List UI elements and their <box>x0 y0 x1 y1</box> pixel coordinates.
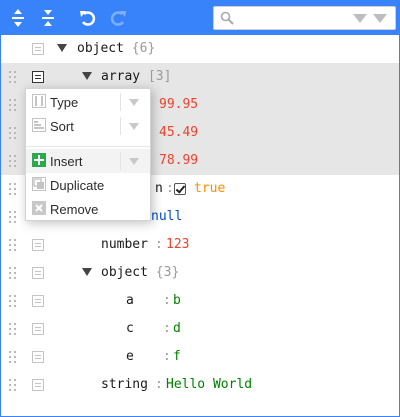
value-string[interactable]: f <box>173 349 181 364</box>
submenu-arrow-icon[interactable] <box>129 123 139 130</box>
search-previous-icon[interactable] <box>373 13 387 28</box>
tree-row-object-item: a : b <box>1 287 399 315</box>
type-icon <box>32 94 46 108</box>
tree-row-number: number : 123 <box>1 231 399 259</box>
value-boolean[interactable]: true <box>194 181 225 196</box>
value-number[interactable]: 45.49 <box>159 125 198 140</box>
redo-icon[interactable] <box>107 7 129 29</box>
field-separator: : <box>155 377 163 392</box>
tree-row-array: array [3] <box>1 63 399 91</box>
drag-handle-icon[interactable] <box>9 295 17 307</box>
context-menu-button[interactable] <box>32 379 44 391</box>
insert-icon <box>32 153 46 167</box>
expand-all-icon[interactable] <box>7 7 29 29</box>
context-menu-button[interactable] <box>32 351 44 363</box>
menu-item-label: Remove <box>50 202 99 217</box>
search-icon <box>220 11 234 29</box>
drag-handle-icon[interactable] <box>9 71 17 83</box>
search-next-icon[interactable] <box>353 13 367 28</box>
drag-handle-icon[interactable] <box>9 211 17 223</box>
drag-handle-icon[interactable] <box>9 99 17 111</box>
field-separator: : <box>166 181 174 196</box>
tree-row-string: string : Hello World <box>1 371 399 399</box>
remove-icon <box>32 201 46 215</box>
menu-item-duplicate[interactable]: Duplicate <box>26 173 150 197</box>
menu-item-label: Sort <box>50 119 74 134</box>
field-name[interactable]: e <box>126 349 134 364</box>
expand-toggle-icon[interactable] <box>82 268 92 276</box>
field-name[interactable]: object {3} <box>101 265 179 280</box>
search-box <box>213 6 396 30</box>
value-string[interactable]: d <box>173 321 181 336</box>
boolean-checkbox[interactable] <box>174 183 186 195</box>
toolbar <box>0 0 400 35</box>
field-separator: : <box>163 321 171 336</box>
drag-handle-icon[interactable] <box>9 267 17 279</box>
drag-handle-icon[interactable] <box>9 183 17 195</box>
drag-handle-icon[interactable] <box>9 379 17 391</box>
field-name[interactable]: n <box>155 181 163 196</box>
menu-separator <box>26 146 150 147</box>
field-name[interactable]: c <box>126 321 134 336</box>
context-menu-button[interactable] <box>32 71 44 83</box>
menu-item-label: Type <box>50 95 79 110</box>
tree-row-root: object {6} <box>1 35 399 63</box>
context-menu: Type Sort Insert Duplicate Remove <box>25 88 151 221</box>
undo-icon[interactable] <box>77 7 99 29</box>
drag-handle-icon[interactable] <box>9 323 17 335</box>
menu-divider <box>120 93 121 111</box>
menu-item-label: Insert <box>50 154 83 169</box>
tree-row-object-item: e : f <box>1 343 399 371</box>
context-menu-button[interactable] <box>32 295 44 307</box>
expand-toggle-icon[interactable] <box>82 72 92 80</box>
drag-handle-icon[interactable] <box>9 239 17 251</box>
duplicate-icon <box>32 177 46 191</box>
submenu-arrow-icon[interactable] <box>129 158 139 165</box>
menu-item-remove[interactable]: Remove <box>26 197 150 221</box>
field-name[interactable]: number <box>101 237 148 252</box>
context-menu-button[interactable] <box>32 43 44 55</box>
search-input[interactable] <box>240 9 344 27</box>
menu-item-label: Duplicate <box>50 178 105 193</box>
menu-item-insert[interactable]: Insert <box>26 149 150 173</box>
drag-handle-icon[interactable] <box>9 127 17 139</box>
value-number[interactable]: 123 <box>166 237 189 252</box>
context-menu-button[interactable] <box>32 239 44 251</box>
menu-item-sort[interactable]: Sort <box>26 114 150 138</box>
value-string[interactable]: b <box>173 293 181 308</box>
value-number[interactable]: 99.95 <box>159 97 198 112</box>
field-separator: : <box>163 349 171 364</box>
tree-row-object: object {3} <box>1 259 399 287</box>
value-number[interactable]: 78.99 <box>159 153 198 168</box>
field-name[interactable]: array [3] <box>101 69 171 84</box>
collapse-all-icon[interactable] <box>37 7 59 29</box>
sort-icon <box>32 118 46 132</box>
menu-divider <box>120 117 121 135</box>
submenu-arrow-icon[interactable] <box>129 99 139 106</box>
menu-divider <box>120 152 121 170</box>
drag-handle-icon[interactable] <box>9 351 17 363</box>
expand-toggle-icon[interactable] <box>57 44 67 52</box>
context-menu-button[interactable] <box>32 323 44 335</box>
field-name[interactable]: string <box>101 377 148 392</box>
drag-handle-icon[interactable] <box>9 155 17 167</box>
field-separator: : <box>163 293 171 308</box>
menu-item-type[interactable]: Type <box>26 90 150 114</box>
field-name[interactable]: a <box>126 293 134 308</box>
context-menu-button[interactable] <box>32 267 44 279</box>
value-string[interactable]: Hello World <box>166 377 252 392</box>
value-null[interactable]: null <box>151 209 182 224</box>
field-name[interactable]: object {6} <box>77 41 155 56</box>
field-separator: : <box>155 237 163 252</box>
tree-row-object-item: c : d <box>1 315 399 343</box>
